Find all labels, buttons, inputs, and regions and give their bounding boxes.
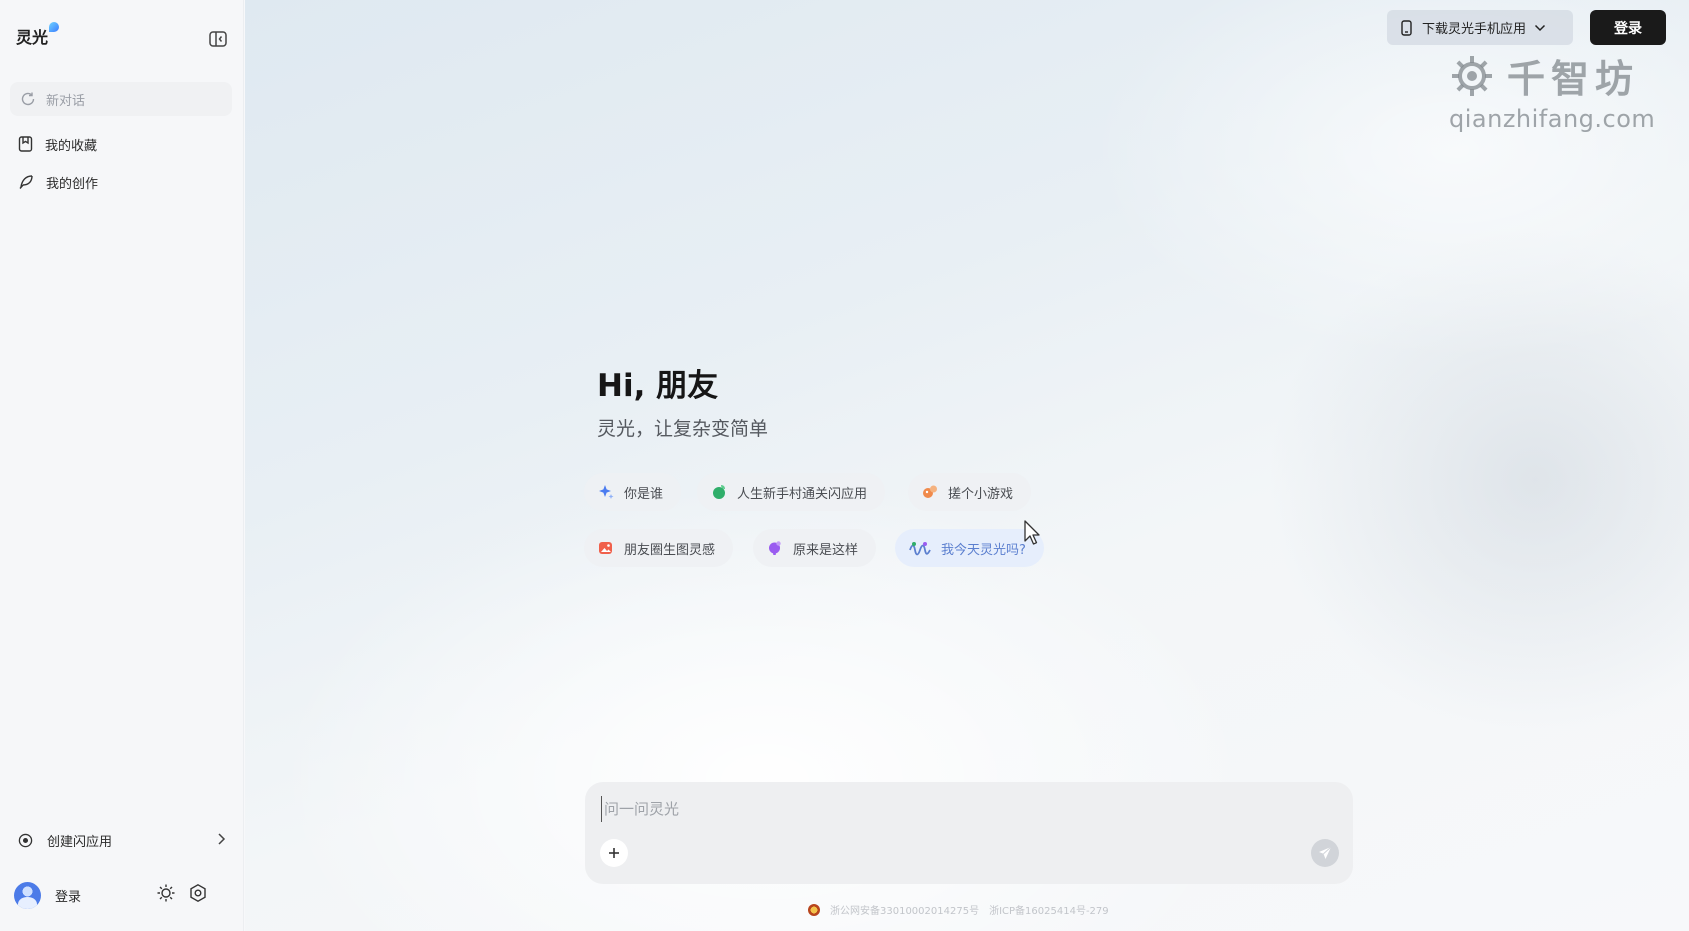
suggestion-label: 你是谁 xyxy=(624,486,664,502)
send-icon xyxy=(1319,846,1332,859)
settings-icon[interactable] xyxy=(188,883,208,903)
greeting-title: Hi, 朋友 xyxy=(597,368,719,404)
sidebar-toggle-icon xyxy=(209,31,227,47)
new-chat-button[interactable]: 新对话 xyxy=(10,82,232,116)
footer-records: 浙公网安备33010002014275号 浙ICP备16025414号-279 xyxy=(808,902,1109,917)
greeting-subtitle: 灵光，让复杂变简单 xyxy=(597,418,769,440)
police-badge-icon xyxy=(808,903,820,916)
avatar[interactable] xyxy=(14,881,41,909)
plus-icon xyxy=(609,848,619,858)
target-icon xyxy=(18,833,33,847)
suggestion-chip-newbie-app[interactable]: 人生新手村通关闪应用 xyxy=(697,473,886,511)
suggestion-chip-mini-game[interactable]: 搓个小游戏 xyxy=(908,473,1032,511)
sidebar: 灵光 新对话 我的收藏 我的创作 创建闪应用 登录 xyxy=(0,0,244,931)
download-app-label: 下载灵光手机应用 xyxy=(1422,22,1527,37)
phone-icon xyxy=(1401,19,1412,36)
download-app-button[interactable]: 下载灵光手机应用 xyxy=(1387,10,1573,45)
create-app-label: 创建闪应用 xyxy=(47,834,113,850)
mouse-cursor-icon xyxy=(1024,520,1040,545)
sparkle-icon xyxy=(599,485,614,499)
main-area: 下载灵光手机应用 登录 千智坊 qianzhifang.com Hi, 朋友 灵… xyxy=(245,0,1689,931)
collapse-sidebar-button[interactable] xyxy=(207,28,229,50)
sun-theme-icon[interactable] xyxy=(156,883,176,903)
image-icon xyxy=(599,542,612,554)
watermark-url: qianzhifang.com xyxy=(1449,105,1656,133)
bookmark-icon xyxy=(18,136,33,152)
wave-icon xyxy=(909,542,931,556)
leaf-icon xyxy=(713,485,725,499)
sidebar-item-creations[interactable]: 我的创作 xyxy=(18,171,98,193)
create-flash-app-button[interactable]: 创建闪应用 xyxy=(18,828,226,852)
attach-button[interactable] xyxy=(600,839,628,867)
feather-icon xyxy=(19,175,33,189)
icp-record-link[interactable]: 浙ICP备16025414号-279 xyxy=(989,902,1109,917)
sidebar-item-label: 我的收藏 xyxy=(45,138,98,154)
gear-logo-icon xyxy=(1452,55,1492,96)
new-chat-label: 新对话 xyxy=(46,93,86,109)
suggestion-label: 我今天灵光吗? xyxy=(941,542,1026,558)
send-button[interactable] xyxy=(1311,839,1339,867)
chat-input-box xyxy=(585,782,1353,884)
suggestion-label: 搓个小游戏 xyxy=(948,486,1014,502)
suggestion-label: 朋友圈生图灵感 xyxy=(624,542,716,558)
chevron-right-icon xyxy=(218,833,226,845)
suggestion-chip-who[interactable]: 你是谁 xyxy=(584,473,682,511)
watermark: 千智坊 qianzhifang.com xyxy=(1449,48,1659,133)
suggestion-label: 人生新手村通关闪应用 xyxy=(737,486,868,502)
user-row: 登录 xyxy=(14,880,226,910)
logo-spark-icon xyxy=(49,22,60,32)
sidebar-item-favorites[interactable]: 我的收藏 xyxy=(18,133,97,155)
refresh-chat-icon xyxy=(21,92,35,106)
logo-text: 灵光 xyxy=(16,28,49,47)
watermark-brand: 千智坊 xyxy=(1507,57,1640,101)
suggestion-chip-am-i-smart-today[interactable]: 我今天灵光吗? xyxy=(895,529,1044,567)
chat-input[interactable] xyxy=(601,796,1301,822)
chevron-down-icon xyxy=(1534,24,1546,31)
app-logo[interactable]: 灵光 xyxy=(16,22,60,48)
suggestion-label: 原来是这样 xyxy=(793,542,859,558)
sidebar-login-link[interactable]: 登录 xyxy=(55,886,81,905)
suggestion-chip-so-thats-it[interactable]: 原来是这样 xyxy=(753,529,877,567)
suggestion-chip-moments-image[interactable]: 朋友圈生图灵感 xyxy=(584,529,734,567)
game-icon xyxy=(923,485,937,498)
bulb-icon xyxy=(769,541,781,555)
police-record-link[interactable]: 浙公网安备33010002014275号 xyxy=(830,902,979,917)
sidebar-item-label: 我的创作 xyxy=(46,176,99,192)
login-button[interactable]: 登录 xyxy=(1590,10,1666,45)
